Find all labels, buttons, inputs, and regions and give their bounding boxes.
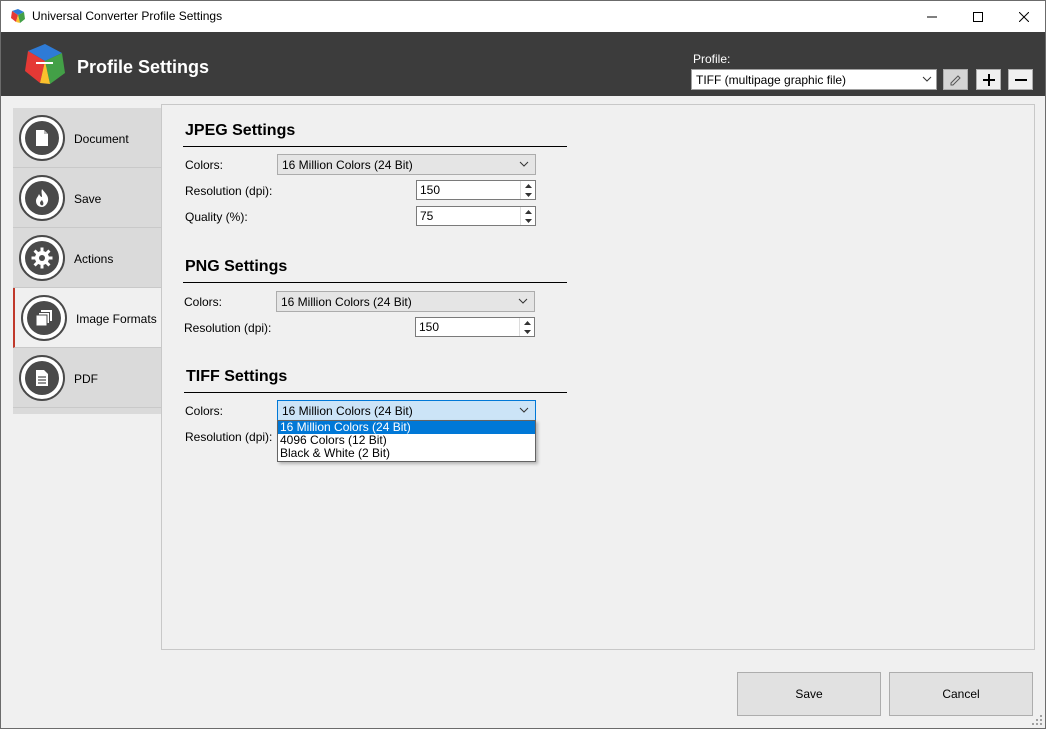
- settings-panel: [161, 104, 1035, 650]
- jpeg-resolution-spinner[interactable]: 150: [416, 180, 536, 200]
- png-colors-value: 16 Million Colors (24 Bit): [281, 295, 412, 309]
- sidebar-item-label: Save: [74, 192, 102, 206]
- spin-down-icon[interactable]: [520, 327, 534, 336]
- chevron-down-icon: [518, 298, 528, 304]
- png-resolution-spinner[interactable]: 150: [415, 317, 535, 337]
- jpeg-resolution-value: 150: [420, 183, 441, 197]
- save-button[interactable]: Save: [737, 672, 881, 716]
- divider: [183, 146, 567, 147]
- maximize-icon: [973, 11, 983, 22]
- profile-select[interactable]: TIFF (multipage graphic file): [691, 69, 937, 90]
- png-resolution-label: Resolution (dpi):: [184, 321, 272, 335]
- tiff-colors-label: Colors:: [185, 404, 224, 418]
- header-band: Profile Settings Profile: TIFF (multipag…: [1, 32, 1045, 96]
- sidebar-item-pdf[interactable]: PDF: [13, 348, 162, 408]
- plus-icon: [982, 73, 995, 86]
- window-title: Universal Converter Profile Settings: [32, 9, 223, 23]
- divider: [184, 392, 567, 393]
- profile-label: Profile:: [693, 52, 731, 66]
- resize-grip-icon[interactable]: [1031, 714, 1043, 726]
- add-profile-button[interactable]: [976, 69, 1001, 90]
- jpeg-colors-value: 16 Million Colors (24 Bit): [282, 158, 413, 172]
- jpeg-colors-select[interactable]: 16 Million Colors (24 Bit): [277, 154, 536, 175]
- sidebar-item-label: Document: [74, 132, 129, 146]
- app-logo-icon: [25, 44, 65, 84]
- divider: [183, 282, 567, 283]
- chevron-down-icon: [519, 407, 529, 413]
- spin-up-icon[interactable]: [521, 207, 535, 216]
- spin-down-icon[interactable]: [521, 190, 535, 199]
- title-bar: Universal Converter Profile Settings: [1, 1, 1045, 32]
- chevron-down-icon: [519, 161, 529, 167]
- tiff-colors-dropdown-list: 16 Million Colors (24 Bit) 4096 Colors (…: [277, 420, 536, 462]
- jpeg-colors-label: Colors:: [185, 158, 224, 172]
- sidebar-item-label: Image Formats: [76, 312, 157, 326]
- close-button[interactable]: [1001, 1, 1045, 32]
- tiff-resolution-label: Resolution (dpi):: [185, 430, 273, 444]
- jpeg-quality-label: Quality (%):: [185, 210, 248, 224]
- edit-profile-button[interactable]: [943, 69, 968, 90]
- maximize-button[interactable]: [955, 1, 1001, 32]
- tiff-colors-value: 16 Million Colors (24 Bit): [282, 404, 413, 418]
- spin-up-icon[interactable]: [520, 318, 534, 327]
- document-icon: [36, 130, 48, 146]
- spin-down-icon[interactable]: [521, 216, 535, 225]
- dropdown-option[interactable]: Black & White (2 Bit): [278, 447, 535, 460]
- sidebar: Document Save Actions Image Formats PDF: [13, 108, 163, 414]
- cancel-button[interactable]: Cancel: [889, 672, 1033, 716]
- sidebar-item-label: Actions: [74, 252, 114, 266]
- minimize-icon: [927, 16, 937, 17]
- edit-icon: [950, 74, 961, 85]
- minimize-button[interactable]: [909, 1, 955, 32]
- app-logo-icon: [11, 9, 25, 23]
- images-icon: [35, 310, 52, 327]
- jpeg-quality-value: 75: [420, 209, 434, 223]
- pdf-file-icon: [36, 370, 48, 386]
- chevron-down-icon: [922, 76, 932, 82]
- png-colors-label: Colors:: [184, 295, 223, 309]
- png-section-title: PNG Settings: [185, 258, 288, 275]
- tiff-section-title: TIFF Settings: [186, 368, 288, 385]
- sidebar-item-label: PDF: [74, 372, 98, 386]
- minus-icon: [1014, 78, 1027, 81]
- sidebar-item-save[interactable]: Save: [13, 168, 162, 228]
- jpeg-quality-spinner[interactable]: 75: [416, 206, 536, 226]
- profile-select-value: TIFF (multipage graphic file): [696, 73, 847, 87]
- flame-icon: [36, 189, 49, 207]
- png-colors-select[interactable]: 16 Million Colors (24 Bit): [276, 291, 535, 312]
- sidebar-item-actions[interactable]: Actions: [13, 228, 162, 288]
- spin-up-icon[interactable]: [521, 181, 535, 190]
- jpeg-resolution-label: Resolution (dpi):: [185, 184, 273, 198]
- close-icon: [1019, 11, 1029, 22]
- png-resolution-value: 150: [419, 320, 440, 334]
- sidebar-item-image-formats[interactable]: Image Formats: [13, 288, 163, 348]
- remove-profile-button[interactable]: [1008, 69, 1033, 90]
- gear-icon: [31, 247, 53, 269]
- page-title: Profile Settings: [77, 57, 210, 77]
- profile-settings-window: Universal Converter Profile Settings Pro…: [0, 0, 1046, 729]
- jpeg-section-title: JPEG Settings: [185, 122, 296, 139]
- sidebar-item-document[interactable]: Document: [13, 108, 162, 168]
- tiff-colors-select[interactable]: 16 Million Colors (24 Bit): [277, 400, 536, 421]
